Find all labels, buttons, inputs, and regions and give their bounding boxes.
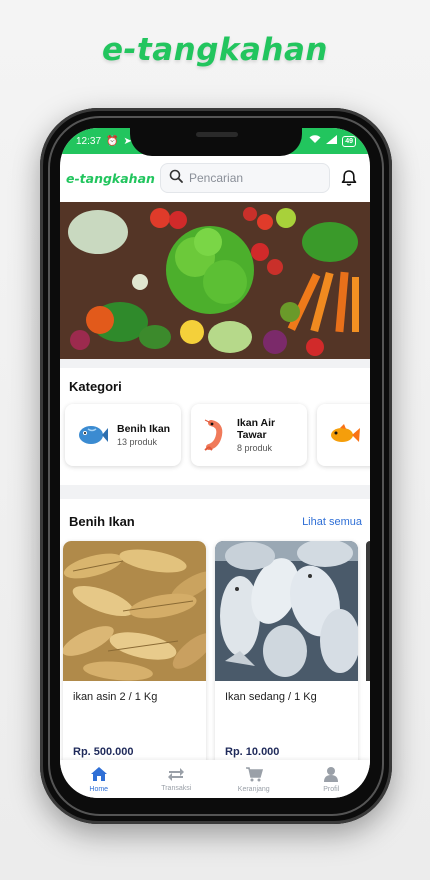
notification-bell-icon[interactable] — [338, 167, 360, 189]
categories-title: Kategori — [69, 379, 122, 394]
app-header: e-tangkahan — [60, 154, 370, 202]
brand-title: e-tangkahan — [102, 32, 328, 68]
nav-transaksi[interactable]: Transaksi — [138, 760, 216, 798]
speaker-grille — [196, 132, 238, 137]
nav-profil[interactable]: Profil — [293, 760, 371, 798]
nav-label: Transaksi — [161, 784, 192, 792]
search-bar[interactable] — [160, 163, 330, 193]
signal-icon — [326, 135, 338, 147]
category-count: 8 produk — [237, 443, 273, 453]
fish-blue-icon — [75, 418, 109, 452]
products-title: Benih Ikan — [69, 514, 135, 529]
wifi-icon — [309, 135, 321, 147]
search-icon — [169, 169, 183, 188]
section-divider — [60, 485, 370, 499]
product-price: Rp. 500.000 — [73, 746, 134, 758]
product-card[interactable]: Ikan sedang / 1 Kg Rp. 10.000 — [215, 541, 358, 771]
see-all-link[interactable]: Lihat semua — [302, 516, 362, 528]
product-image-dried-fish — [63, 541, 206, 681]
search-input[interactable] — [189, 171, 319, 185]
nav-home[interactable]: Home — [60, 760, 138, 798]
category-count: 13 produk — [117, 437, 158, 447]
product-name: Ikan sedang / 1 Kg — [225, 691, 317, 703]
category-card-goldfish[interactable] — [317, 404, 370, 466]
status-time: 12:37 — [76, 135, 102, 147]
goldfish-icon — [327, 418, 361, 452]
app-logo[interactable]: e-tangkahan — [66, 171, 156, 186]
phone-screen: 12:37 ⏰ ➤ 49 e-tangkahan Pencarian Kateg… — [60, 128, 370, 798]
product-name: ikan asin 2 / 1 Kg — [73, 691, 158, 703]
nav-label: Home — [89, 785, 109, 793]
user-icon — [323, 766, 339, 784]
nav-label: Profil — [323, 785, 340, 793]
battery-indicator: 49 — [342, 135, 356, 147]
shrimp-icon — [201, 418, 229, 452]
product-price: Rp. 10.000 — [225, 746, 280, 758]
nav-label: Keranjang — [237, 785, 270, 793]
category-name: Benih Ikan — [117, 423, 171, 435]
product-card-peek — [366, 541, 370, 681]
nav-keranjang[interactable]: Keranjang — [215, 760, 293, 798]
category-card-benih-ikan[interactable]: Benih Ikan 13 produk — [65, 404, 181, 466]
promo-banner-vegetables[interactable] — [60, 202, 370, 359]
cart-icon — [245, 766, 263, 784]
phone-notch — [130, 120, 302, 156]
alarm-icon: ⏰ — [106, 135, 119, 147]
product-card[interactable]: ikan asin 2 / 1 Kg Rp. 500.000 — [63, 541, 206, 771]
category-name: Ikan Air Tawar — [237, 417, 276, 441]
bottom-nav: Home Transaksi Keranjang Profil — [60, 760, 370, 798]
section-divider — [60, 359, 370, 368]
product-image-fresh-fish — [215, 541, 358, 681]
category-card-ikan-air-tawar[interactable]: Ikan Air Tawar 8 produk — [191, 404, 307, 466]
transfer-icon — [167, 767, 185, 783]
home-icon — [90, 766, 108, 784]
